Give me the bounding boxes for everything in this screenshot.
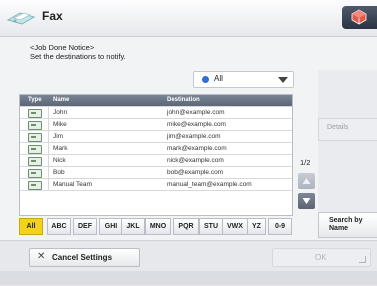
address-book-icon — [28, 109, 42, 118]
address-book-icon — [28, 121, 42, 130]
table-header: Type Name Destination — [20, 95, 292, 106]
chevron-down-icon — [278, 77, 288, 83]
address-book-icon — [28, 181, 42, 190]
row-name: John — [53, 109, 68, 116]
filter-selected-value: All — [214, 74, 223, 83]
tab-vwx[interactable]: VWX — [222, 218, 248, 235]
column-header-type: Type — [28, 97, 42, 103]
column-header-destination: Destination — [167, 97, 200, 103]
row-destination: manual_team@example.com — [167, 181, 252, 188]
tab-ghi[interactable]: GHI — [99, 218, 123, 235]
cancel-settings-button[interactable]: ✕ Cancel Settings — [29, 248, 140, 267]
instruction-heading: <Job Done Notice> — [30, 43, 95, 52]
tab-stu[interactable]: STU — [199, 218, 223, 235]
destination-table: Type Name Destination John john@example.… — [19, 94, 293, 216]
ok-button[interactable]: OK — [272, 248, 371, 267]
tab-pqr[interactable]: PQR — [173, 218, 199, 235]
tab-jkl[interactable]: JKL — [121, 218, 145, 235]
tab-yz[interactable]: YZ — [247, 218, 266, 235]
tab-abc[interactable]: ABC — [47, 218, 71, 235]
page-indicator: 1/2 — [300, 158, 311, 167]
row-name: Manual Team — [53, 181, 92, 188]
side-panel — [318, 70, 377, 218]
ok-label: OK — [315, 253, 327, 262]
arrow-up-icon — [302, 178, 311, 184]
home-button[interactable] — [342, 6, 377, 29]
details-label: Details — [327, 124, 349, 131]
address-book-icon — [28, 157, 42, 166]
close-icon: ✕ — [37, 251, 46, 262]
arrow-down-icon — [302, 198, 311, 204]
row-destination: bob@example.com — [167, 169, 224, 176]
filter-dot-icon — [202, 76, 209, 83]
row-destination: jim@example.com — [167, 133, 221, 140]
row-destination: mike@example.com — [167, 121, 226, 128]
tab-def[interactable]: DEF — [73, 218, 97, 235]
table-row-empty — [20, 190, 292, 215]
corner-arrow-icon — [359, 256, 366, 263]
tab-all[interactable]: All — [19, 218, 43, 235]
search-by-name-button[interactable]: Search by Name — [318, 212, 377, 238]
details-button[interactable]: Details — [318, 118, 377, 141]
column-header-name: Name — [53, 97, 70, 103]
row-name: Mark — [53, 145, 68, 152]
header-bar: Fax — [0, 0, 377, 37]
row-destination: john@example.com — [167, 109, 225, 116]
row-name: Mike — [53, 121, 67, 128]
row-name: Bob — [53, 169, 65, 176]
row-destination: nick@example.com — [167, 157, 224, 164]
instruction-text: Set the destinations to notify. — [30, 52, 126, 61]
address-book-icon — [28, 145, 42, 154]
bottom-strip — [0, 271, 377, 285]
page-up-button[interactable] — [298, 173, 315, 189]
row-name: Jim — [53, 133, 64, 140]
address-book-icon — [28, 133, 42, 142]
row-destination: mark@example.com — [167, 145, 227, 152]
tab-0-9[interactable]: 0-9 — [268, 218, 292, 235]
page-title: Fax — [42, 9, 63, 23]
filter-dropdown[interactable]: All — [193, 71, 294, 88]
cancel-settings-label: Cancel Settings — [52, 253, 113, 262]
address-book-icon — [28, 169, 42, 178]
page-down-button[interactable] — [298, 193, 315, 209]
tab-mno[interactable]: MNO — [145, 218, 171, 235]
fax-icon — [6, 9, 36, 27]
home-icon — [351, 9, 367, 25]
search-by-name-label-2: Name — [329, 225, 349, 232]
search-by-name-label-1: Search by — [329, 217, 363, 224]
row-name: Nick — [53, 157, 66, 164]
